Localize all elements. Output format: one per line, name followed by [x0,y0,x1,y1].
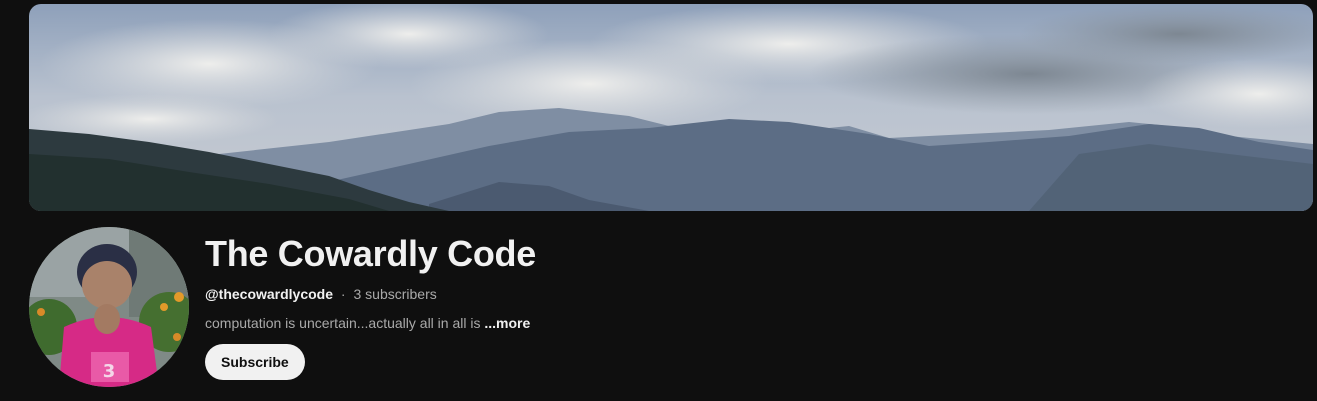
avatar-image: 3 [29,227,189,387]
channel-avatar[interactable]: 3 [29,227,189,387]
channel-description[interactable]: computation is uncertain...actually all … [205,313,1105,333]
meta-separator: · [340,286,346,302]
subscriber-count: 3 subscribers [353,286,437,302]
banner-image [29,4,1313,211]
channel-handle: @thecowardlycode [205,286,334,302]
more-link[interactable]: ...more [484,315,530,331]
channel-info: The Cowardly Code @thecowardlycode · 3 s… [205,232,1105,380]
channel-meta: @thecowardlycode · 3 subscribers [205,284,1105,304]
svg-text:3: 3 [103,361,116,382]
description-text: computation is uncertain...actually all … [205,315,485,331]
channel-banner [29,4,1313,211]
channel-title: The Cowardly Code [205,233,536,274]
channel-header: 3 The Cowardly Code @thecowardlycode · 3… [0,0,1317,401]
subscribe-button[interactable]: Subscribe [205,344,305,380]
